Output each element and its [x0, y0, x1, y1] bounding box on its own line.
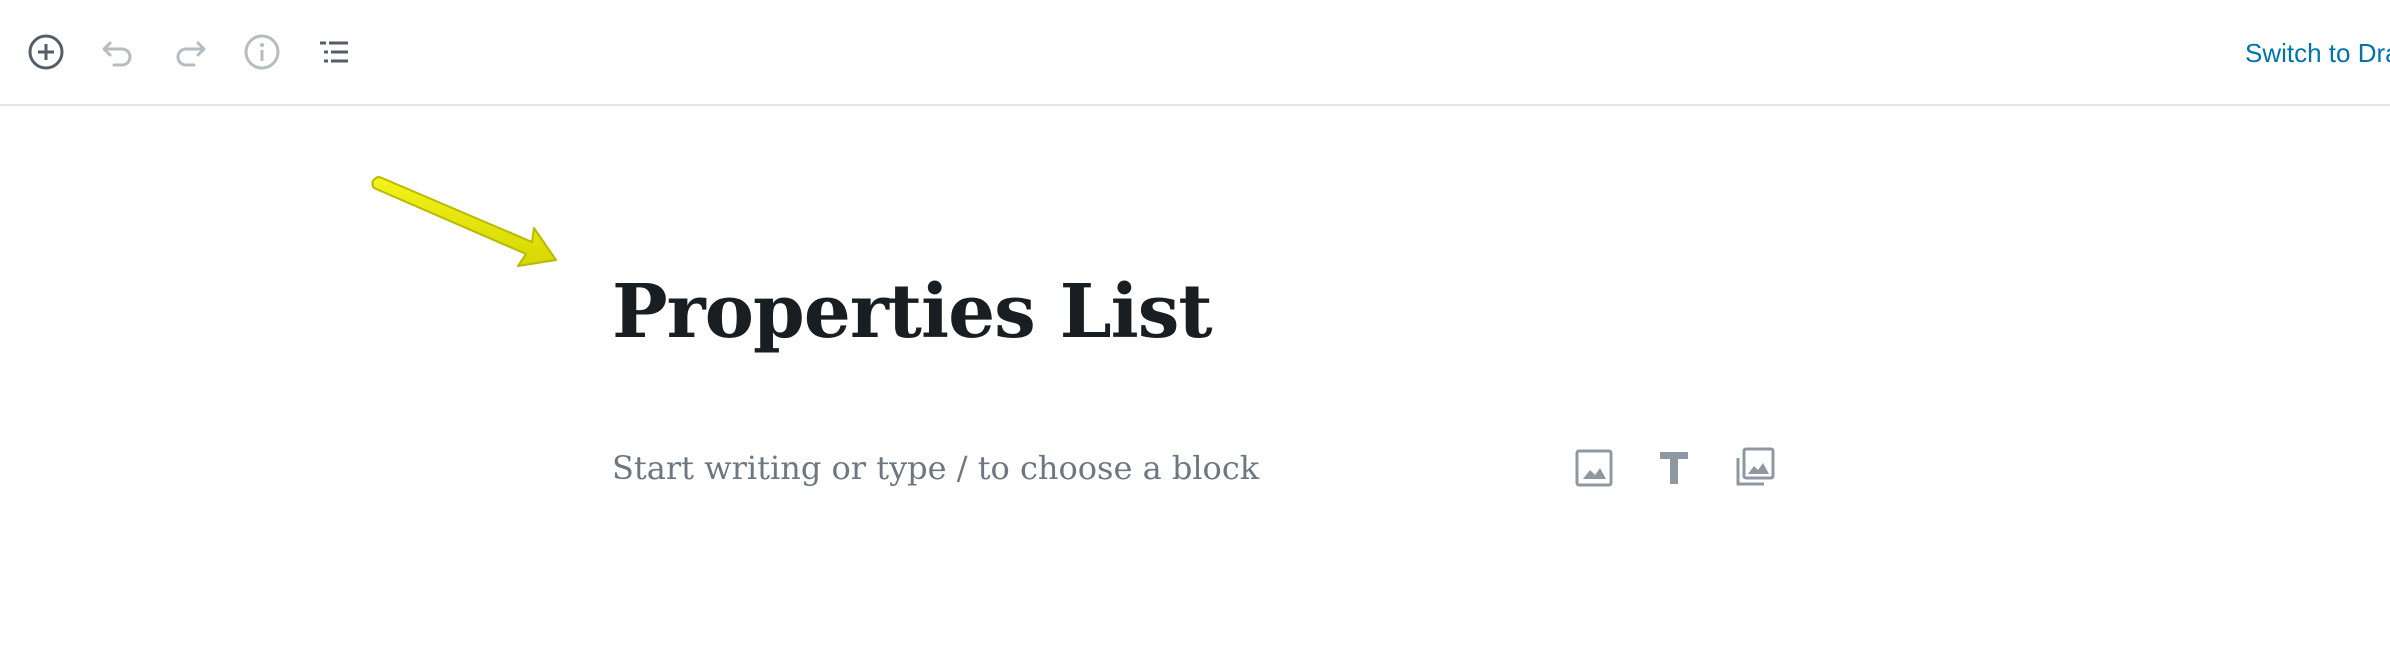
yellow-arrow-icon [371, 176, 557, 267]
post-title[interactable]: Properties List [612, 262, 1213, 362]
insert-image-block-button[interactable] [1568, 442, 1620, 494]
undo-icon [102, 41, 132, 67]
insert-gallery-block-button[interactable] [1728, 442, 1780, 494]
switch-to-draft-button[interactable]: Switch to Draft [2245, 37, 2390, 69]
block-navigation-button[interactable] [312, 30, 356, 74]
editor-header-toolbar: Switch to Draft [0, 0, 2390, 106]
gallery-icon [1736, 447, 1775, 486]
insert-heading-block-button[interactable] [1648, 442, 1700, 494]
redo-icon [176, 41, 206, 67]
content-info-button[interactable] [240, 30, 284, 74]
info-icon [244, 34, 280, 70]
undo-button[interactable] [96, 30, 140, 74]
heading-t-icon [1660, 452, 1688, 484]
redo-button[interactable] [168, 30, 212, 74]
list-icon [320, 41, 348, 63]
plus-circle-icon [28, 34, 64, 70]
add-block-button[interactable] [24, 30, 68, 74]
editor-page: Switch to Draft Properties List Start wr… [0, 0, 2390, 656]
image-icon [1575, 449, 1613, 487]
default-block-appender[interactable]: Start writing or type / to choose a bloc… [612, 440, 1259, 496]
